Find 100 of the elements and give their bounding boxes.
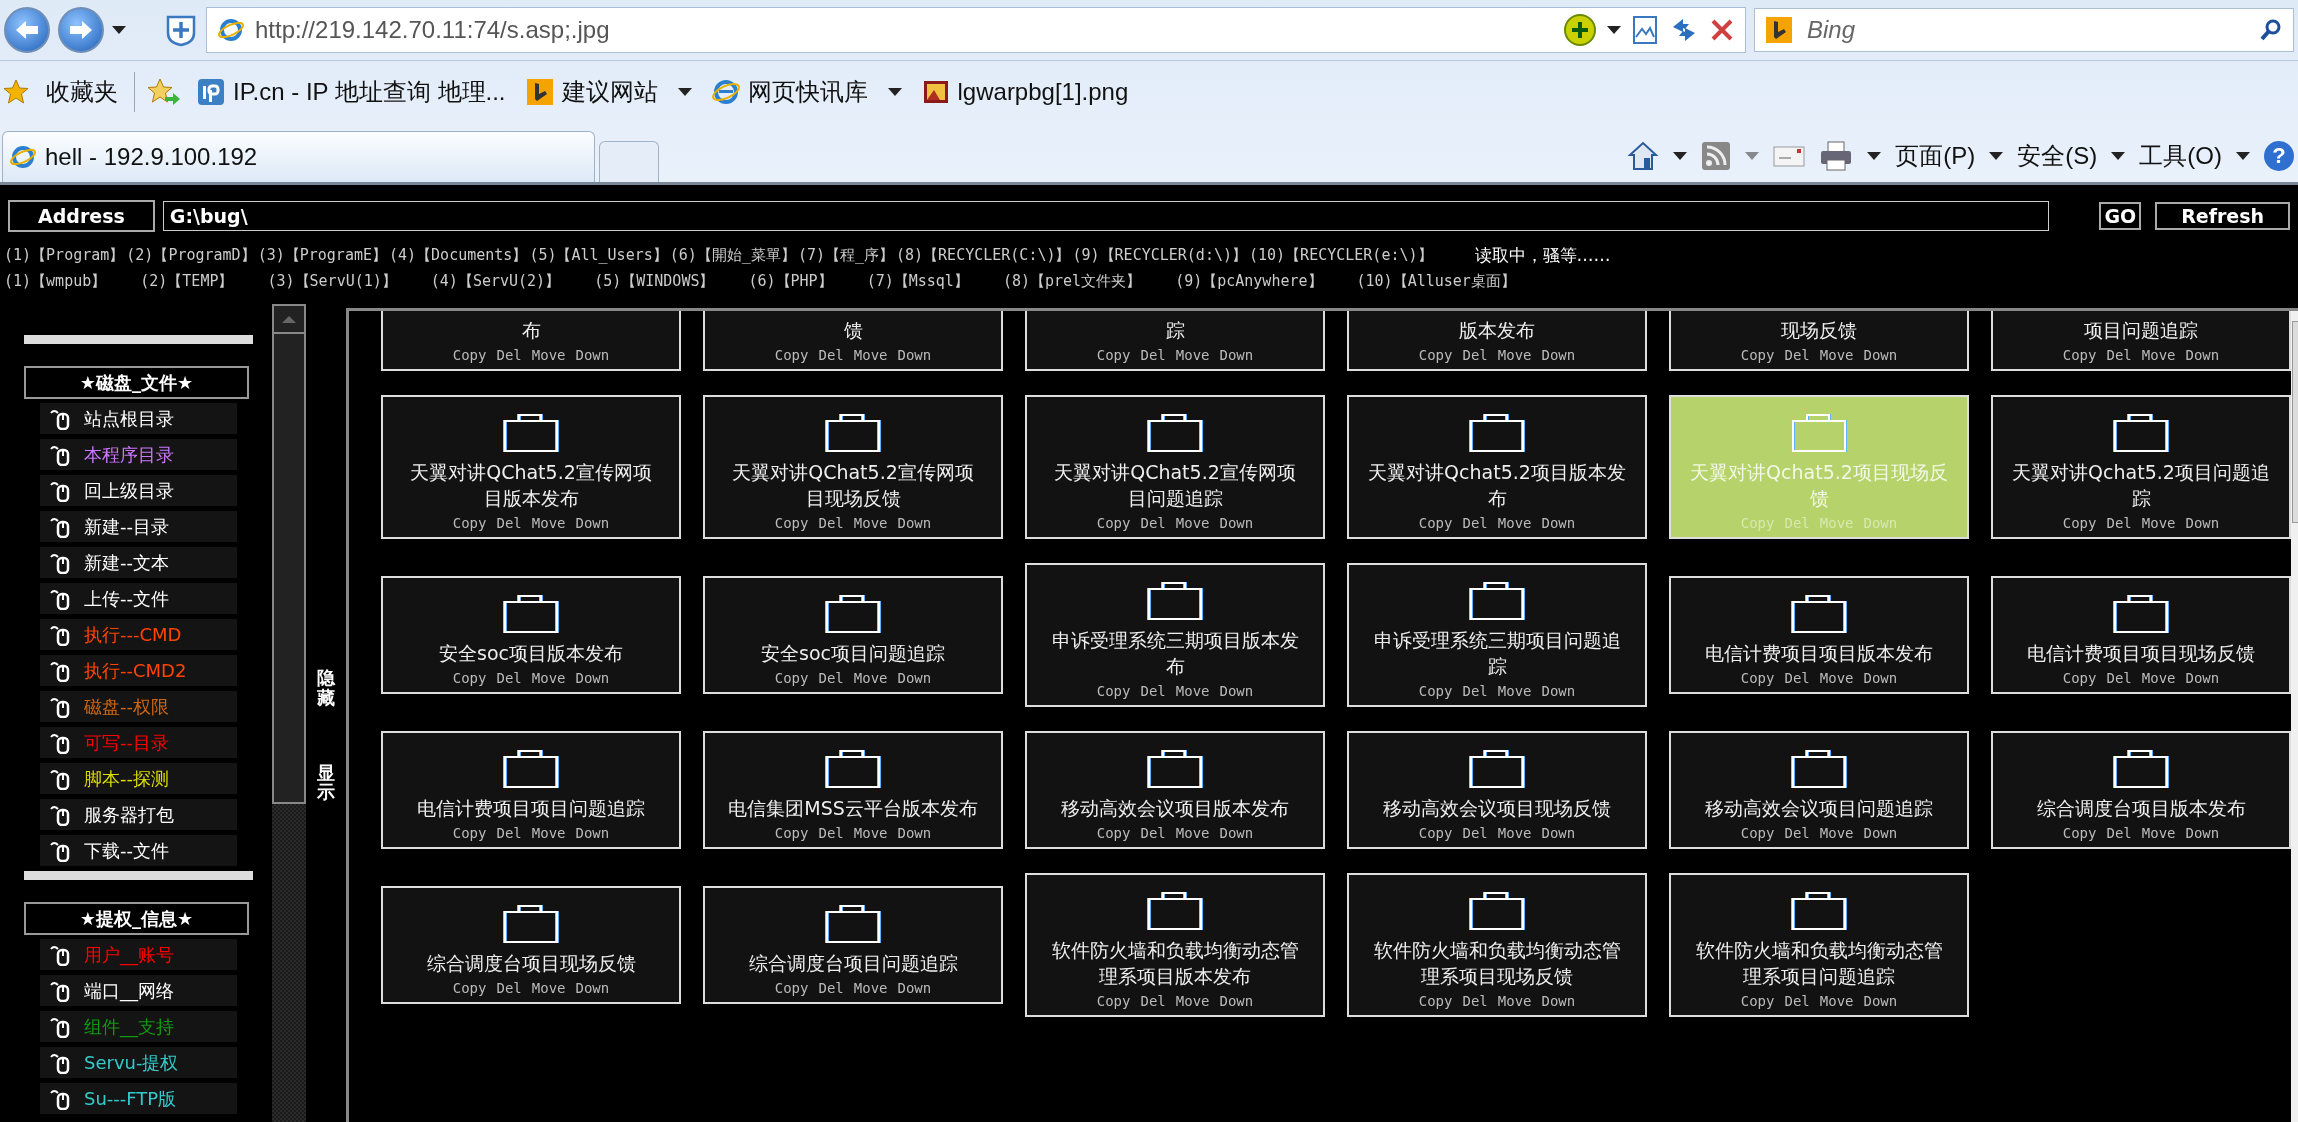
- action-link[interactable]: Move: [2141, 347, 2176, 363]
- folder-card[interactable]: 电信计费项目项目版本发布 Copy Del Move Down: [1669, 576, 1969, 694]
- action-link[interactable]: Move: [1497, 347, 1532, 363]
- action-link[interactable]: Move: [853, 980, 888, 996]
- quick-link[interactable]: (3)【ProgramE】: [257, 246, 387, 265]
- action-link[interactable]: Copy: [774, 515, 809, 531]
- quick-link[interactable]: (7)【Mssql】: [866, 272, 969, 291]
- caret-icon[interactable]: [1607, 26, 1621, 34]
- action-link[interactable]: Move: [1819, 993, 1854, 1009]
- sidebar-item[interactable]: 新建--文本: [40, 547, 237, 578]
- close-icon[interactable]: [1709, 17, 1735, 43]
- sidebar-item[interactable]: 组件__支持: [40, 1011, 237, 1042]
- sidebar-item[interactable]: 可写--目录: [40, 727, 237, 758]
- browser-tab[interactable]: hell - 192.9.100.192: [2, 131, 595, 182]
- action-link[interactable]: Down: [2185, 515, 2220, 531]
- action-link[interactable]: Down: [1541, 515, 1576, 531]
- sidebar-item[interactable]: 执行--CMD2: [40, 655, 237, 686]
- action-link[interactable]: Down: [1541, 825, 1576, 841]
- action-link[interactable]: Del: [2106, 670, 2132, 686]
- action-link[interactable]: Move: [853, 347, 888, 363]
- scroll-up-button[interactable]: [272, 304, 306, 334]
- folder-card[interactable]: 移动高效会议项目问题追踪 Copy Del Move Down: [1669, 731, 1969, 849]
- action-link[interactable]: Down: [575, 980, 610, 996]
- action-link[interactable]: Del: [1140, 825, 1166, 841]
- action-link[interactable]: Move: [1497, 993, 1532, 1009]
- folder-card[interactable]: 馈 Copy Del Move Down: [703, 311, 1003, 371]
- caret-icon[interactable]: [1989, 152, 2004, 160]
- action-link[interactable]: Copy: [1740, 670, 1775, 686]
- action-link[interactable]: Copy: [1418, 993, 1453, 1009]
- favorite-link[interactable]: 建议网站: [521, 74, 696, 110]
- help-button[interactable]: ?: [2264, 141, 2294, 171]
- action-link[interactable]: Del: [2106, 347, 2132, 363]
- action-link[interactable]: Del: [2106, 515, 2132, 531]
- sidebar-item[interactable]: 回上级目录: [40, 475, 237, 506]
- action-link[interactable]: Move: [531, 515, 566, 531]
- action-link[interactable]: Down: [897, 825, 932, 841]
- action-link[interactable]: Move: [2141, 670, 2176, 686]
- action-link[interactable]: Copy: [1740, 347, 1775, 363]
- action-link[interactable]: Down: [1219, 993, 1254, 1009]
- action-link[interactable]: Del: [1784, 825, 1810, 841]
- action-link[interactable]: Down: [1219, 515, 1254, 531]
- back-button[interactable]: [4, 7, 50, 53]
- action-link[interactable]: Del: [1140, 515, 1166, 531]
- action-link[interactable]: Del: [818, 515, 844, 531]
- action-link[interactable]: Del: [496, 347, 522, 363]
- action-link[interactable]: Down: [897, 347, 932, 363]
- action-link[interactable]: Move: [1175, 825, 1210, 841]
- folder-card[interactable]: 移动高效会议项目版本发布 Copy Del Move Down: [1025, 731, 1325, 849]
- caret-icon[interactable]: [2111, 152, 2126, 160]
- action-link[interactable]: Down: [1863, 825, 1898, 841]
- sidebar-item[interactable]: 端口__网络: [40, 975, 237, 1006]
- show-link[interactable]: 显示: [317, 762, 335, 803]
- folder-card[interactable]: 版本发布 Copy Del Move Down: [1347, 311, 1647, 371]
- action-link[interactable]: Copy: [1096, 825, 1131, 841]
- action-link[interactable]: Copy: [1418, 683, 1453, 699]
- action-link[interactable]: Del: [1784, 347, 1810, 363]
- folder-card[interactable]: 软件防火墙和负载均衡动态管理系项目版本发布 Copy Del Move Down: [1025, 873, 1325, 1017]
- sidebar-item[interactable]: 执行---CMD: [40, 619, 237, 650]
- quick-link[interactable]: (1)【wmpub】: [4, 272, 107, 291]
- search-bar[interactable]: Bing: [1754, 8, 2294, 52]
- quick-link[interactable]: (5)【All_Users】: [529, 246, 668, 265]
- action-link[interactable]: Del: [818, 347, 844, 363]
- action-link[interactable]: Copy: [1418, 515, 1453, 531]
- quick-link[interactable]: (9)【pcAnywhere】: [1175, 272, 1323, 291]
- action-link[interactable]: Down: [2185, 670, 2220, 686]
- action-link[interactable]: Down: [1863, 670, 1898, 686]
- action-link[interactable]: Move: [1175, 347, 1210, 363]
- action-link[interactable]: Del: [1784, 993, 1810, 1009]
- action-link[interactable]: Down: [897, 515, 932, 531]
- folder-card[interactable]: 天翼对讲Qchat5.2项目问题追踪 Copy Del Move Down: [1991, 395, 2291, 539]
- action-link[interactable]: Copy: [1418, 347, 1453, 363]
- caret-icon[interactable]: [2236, 152, 2250, 160]
- action-link[interactable]: Del: [1462, 683, 1488, 699]
- folder-card[interactable]: 软件防火墙和负载均衡动态管理系项目现场反馈 Copy Del Move Down: [1347, 873, 1647, 1017]
- quick-link[interactable]: (10)【Alluser桌面】: [1356, 272, 1516, 291]
- sidebar-item[interactable]: 本程序目录: [40, 439, 237, 470]
- menu-button[interactable]: 工具(O): [2139, 140, 2222, 172]
- folder-card[interactable]: 电信计费项目项目问题追踪 Copy Del Move Down: [381, 731, 681, 849]
- action-link[interactable]: Move: [1497, 683, 1532, 699]
- action-link[interactable]: Move: [531, 980, 566, 996]
- quick-link[interactable]: (2)【ProgramD】: [126, 246, 256, 265]
- print-icon[interactable]: [1819, 140, 1854, 172]
- action-link[interactable]: Copy: [1740, 825, 1775, 841]
- hide-link[interactable]: 隐藏: [317, 668, 335, 708]
- action-link[interactable]: Move: [531, 825, 566, 841]
- folder-card[interactable]: 电信计费项目项目现场反馈 Copy Del Move Down: [1991, 576, 2291, 694]
- action-link[interactable]: Copy: [2062, 347, 2097, 363]
- favorite-link[interactable]: 网页快讯库: [707, 74, 906, 110]
- search-field[interactable]: Bing: [1805, 15, 2247, 45]
- quick-link[interactable]: (7)【程_序】: [797, 246, 894, 265]
- action-link[interactable]: Copy: [1418, 825, 1453, 841]
- quick-link[interactable]: (6)【PHP】: [748, 272, 833, 291]
- add-icon[interactable]: [164, 13, 198, 47]
- action-link[interactable]: Copy: [1096, 515, 1131, 531]
- action-link[interactable]: Copy: [774, 980, 809, 996]
- action-link[interactable]: Copy: [1096, 993, 1131, 1009]
- sidebar-item[interactable]: 上传--文件: [40, 583, 237, 614]
- action-link[interactable]: Move: [1175, 515, 1210, 531]
- add-favorite-icon[interactable]: [147, 77, 181, 107]
- action-link[interactable]: Down: [1541, 993, 1576, 1009]
